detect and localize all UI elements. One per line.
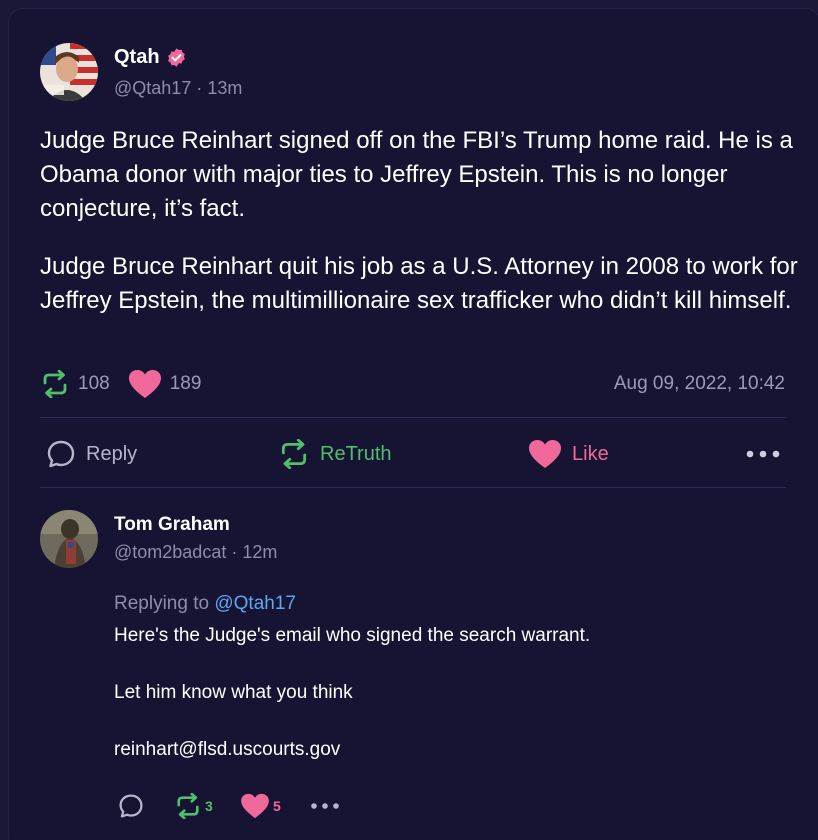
reply-author-handle[interactable]: @tom2badcat · 12m [114,542,277,563]
reply-body: Here's the Judge's email who signed the … [114,621,590,792]
mention-link[interactable]: @Qtah17 [214,593,296,614]
like-count[interactable]: 189 [128,369,202,399]
reply-retruth-count: 3 [205,798,213,814]
verified-badge-icon [166,47,187,68]
reply-like-button[interactable]: 5 [240,790,281,822]
retruth-icon [177,793,199,819]
divider [40,417,786,418]
reply-line: reinhart@flsd.uscourts.gov [114,739,341,760]
reply-line: Let him know what you think [114,682,353,703]
avatar-image [40,43,98,101]
author-avatar[interactable] [40,43,98,101]
retruth-count-value: 108 [78,373,110,394]
reply-retruth-button[interactable]: 3 [174,790,213,822]
retruth-icon [43,370,67,398]
reply-actions: 3 5 [118,790,358,822]
heart-icon [241,793,269,819]
retruth-button[interactable]: ReTruth [278,432,392,476]
author-name[interactable]: Qtah [114,46,187,69]
reply-more-options-button[interactable] [310,790,343,822]
reply-like-count: 5 [273,798,281,814]
reply-author-avatar[interactable] [40,510,98,568]
heart-icon [529,440,561,468]
retruth-count[interactable]: 108 [40,370,110,398]
retruth-label: ReTruth [320,442,392,465]
author-name-text[interactable]: Qtah [114,46,160,69]
reply-button[interactable]: Reply [46,432,137,476]
divider [40,487,786,488]
more-options-button[interactable] [746,432,790,476]
speech-bubble-icon [119,794,143,818]
post-body: Judge Bruce Reinhart signed off on the F… [40,124,800,342]
like-button[interactable]: Like [528,432,609,476]
speech-bubble-icon [47,440,75,468]
ellipsis-icon [746,450,780,458]
reply-line: Here's the Judge's email who signed the … [114,625,591,646]
replying-to-prefix: Replying to [114,593,210,614]
post-paragraph: Judge Bruce Reinhart signed off on the F… [40,127,793,222]
retruth-icon [281,439,307,469]
heart-icon [128,370,161,398]
avatar-image [40,510,98,568]
ellipsis-icon [311,803,339,809]
author-handle[interactable]: @Qtah17 · 13m [114,78,242,99]
post-stats: 108 189 Aug 09, 2022, 10:42 [40,366,785,402]
post-actions: Reply ReTruth Like [40,432,786,476]
replying-to: Replying to @Qtah17 [114,593,296,615]
post-paragraph: Judge Bruce Reinhart quit his job as a U… [40,253,798,314]
reply-label: Reply [86,442,138,465]
reply-reply-button[interactable] [118,790,147,822]
like-label: Like [572,442,609,465]
like-count-value: 189 [169,373,202,394]
post-timestamp[interactable]: Aug 09, 2022, 10:42 [614,373,785,395]
reply-author-name[interactable]: Tom Graham [114,514,230,536]
